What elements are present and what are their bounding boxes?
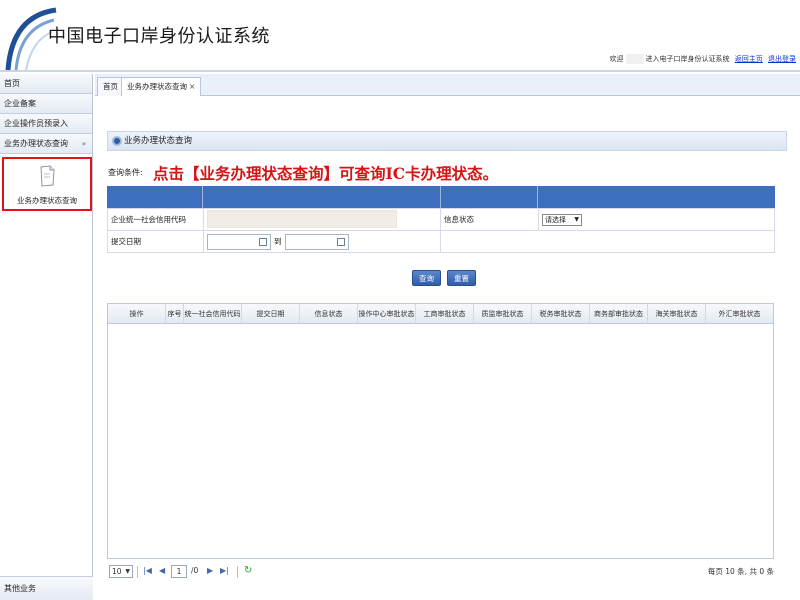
column-header[interactable]: 统一社会信用代码 xyxy=(184,304,242,323)
sidebar-item-label: 业务办理状态查询 xyxy=(4,139,68,148)
welcome-suffix: 进入电子口岸身份认证系统 xyxy=(645,55,730,63)
document-icon xyxy=(40,165,55,187)
column-header[interactable]: 税务审批状态 xyxy=(532,304,590,323)
select-value: 请选择 xyxy=(545,215,566,224)
info-status-select[interactable]: 请选择 ▼ xyxy=(542,213,582,226)
sidebar-item-label: 其他业务 xyxy=(4,584,36,593)
page-number-input[interactable]: 1 xyxy=(171,565,187,578)
bar-separator xyxy=(537,186,538,208)
sidebar-item-enterprise-filing[interactable]: 企业备案 xyxy=(0,94,92,114)
form-header-bar xyxy=(107,186,775,208)
tab-home[interactable]: 首页 xyxy=(97,77,124,96)
query-conditions-label: 查询条件: xyxy=(108,168,143,177)
sidebar-subitem-label: 业务办理状态查询 xyxy=(17,196,77,205)
column-header[interactable]: 海关审批状态 xyxy=(648,304,706,323)
grid-header: 操作 序号 统一社会信用代码 提交日期 信息状态 操作中心审批状态 工商审批状态… xyxy=(108,304,773,324)
pager-separator xyxy=(137,566,138,578)
bar-separator xyxy=(440,186,441,208)
column-header[interactable]: 操作中心审批状态 xyxy=(358,304,416,323)
close-icon[interactable]: × xyxy=(189,82,195,91)
last-page-icon[interactable]: ▶| xyxy=(220,566,229,575)
calendar-icon[interactable] xyxy=(259,237,267,246)
column-header[interactable]: 外汇审批状态 xyxy=(706,304,773,323)
sidebar-item-label: 企业操作员预录入 xyxy=(4,119,68,128)
date-end-input[interactable] xyxy=(284,233,349,250)
sidebar-item-other-business[interactable]: 其他业务 xyxy=(0,576,93,600)
section-header: 业务办理状态查询 xyxy=(107,131,787,151)
credit-code-input[interactable] xyxy=(207,209,397,228)
date-start-input[interactable] xyxy=(207,233,271,250)
tab-label: 业务办理状态查询 xyxy=(127,82,187,91)
user-name-mask xyxy=(625,54,644,64)
collapse-arrows-icon[interactable]: » xyxy=(82,134,86,154)
next-page-icon[interactable]: ▶ xyxy=(207,566,213,575)
tab-status-query[interactable]: 业务办理状态查询 × xyxy=(121,77,202,96)
instruction-annotation: 点击【业务办理状态查询】可查询IC卡办理状态。 xyxy=(153,164,499,183)
sidebar-submenu-panel: 业务办理状态查询 xyxy=(0,154,92,600)
calendar-icon[interactable] xyxy=(336,237,345,246)
query-button[interactable]: 查询 xyxy=(412,270,441,286)
pagination-bar: 10 ▼ |◀ ◀ 1 /0 ▶ ▶| ↻ 每页 10 条, 共 0 条 xyxy=(107,563,774,583)
tab-bar: 首页 业务办理状态查询 × xyxy=(95,74,800,96)
logout-link[interactable]: 退出登录 xyxy=(768,55,796,63)
app-title: 中国电子口岸身份认证系统 xyxy=(48,26,270,47)
section-bullet-icon xyxy=(112,136,122,146)
info-status-cell: 请选择 ▼ xyxy=(538,208,775,231)
date-to-label: 到 xyxy=(274,236,282,246)
column-header[interactable]: 提交日期 xyxy=(242,304,300,323)
sidebar-item-label: 首页 xyxy=(4,79,20,88)
sidebar-item-label: 企业备案 xyxy=(4,99,36,108)
chevron-down-icon: ▼ xyxy=(125,568,130,575)
reset-button[interactable]: 重置 xyxy=(447,270,476,286)
page-size-select[interactable]: 10 ▼ xyxy=(109,565,133,578)
info-status-label: 信息状态 xyxy=(440,208,539,231)
column-header[interactable]: 序号 xyxy=(166,304,184,323)
column-header[interactable]: 信息状态 xyxy=(300,304,358,323)
pager-separator xyxy=(237,566,238,578)
page-total: /0 xyxy=(191,566,199,575)
sidebar: 首页 企业备案 企业操作员预录入 业务办理状态查询 » 业务办理状态查询 其他业务 xyxy=(0,74,93,600)
chevron-down-icon: ▼ xyxy=(574,215,579,223)
column-header[interactable]: 工商审批状态 xyxy=(416,304,474,323)
header-user-bar: 欢迎 进入电子口岸身份认证系统 返回主页 退出登录 xyxy=(610,54,796,64)
welcome-text: 欢迎 xyxy=(609,55,624,63)
date-range-cell: 到 xyxy=(203,230,441,253)
empty-cell xyxy=(440,230,775,253)
column-header[interactable]: 商务部审批状态 xyxy=(590,304,648,323)
column-header[interactable]: 操作 xyxy=(108,304,166,323)
sidebar-subitem-status-query[interactable]: 业务办理状态查询 xyxy=(2,157,92,211)
results-grid: 操作 序号 统一社会信用代码 提交日期 信息状态 操作中心审批状态 工商审批状态… xyxy=(107,303,774,559)
date-label: 提交日期 xyxy=(107,230,204,253)
first-page-icon[interactable]: |◀ xyxy=(143,566,152,575)
sidebar-item-status-query[interactable]: 业务办理状态查询 » xyxy=(0,134,92,154)
sidebar-item-home[interactable]: 首页 xyxy=(0,74,92,94)
header-divider xyxy=(0,70,800,72)
main-content: 首页 业务办理状态查询 × 业务办理状态查询 查询条件: 点击【业务办理状态查询】… xyxy=(95,74,800,600)
prev-page-icon[interactable]: ◀ xyxy=(159,566,165,575)
bar-separator xyxy=(202,186,203,208)
section-title: 业务办理状态查询 xyxy=(124,136,193,146)
query-form: 企业统一社会信用代码 信息状态 请选择 ▼ 提交日期 到 xyxy=(107,208,775,253)
tab-label: 首页 xyxy=(103,82,118,91)
credit-code-label: 企业统一社会信用代码 xyxy=(107,208,204,231)
pager-info: 每页 10 条, 共 0 条 xyxy=(707,567,774,576)
refresh-icon[interactable]: ↻ xyxy=(244,565,252,576)
page-size-value: 10 xyxy=(112,567,122,576)
app-header: 中国电子口岸身份认证系统 欢迎 进入电子口岸身份认证系统 返回主页 退出登录 xyxy=(0,0,800,72)
column-header[interactable]: 质监审批状态 xyxy=(474,304,532,323)
sidebar-item-operator-preentry[interactable]: 企业操作员预录入 xyxy=(0,114,92,134)
credit-code-cell xyxy=(203,208,441,231)
home-link[interactable]: 返回主页 xyxy=(735,55,763,63)
